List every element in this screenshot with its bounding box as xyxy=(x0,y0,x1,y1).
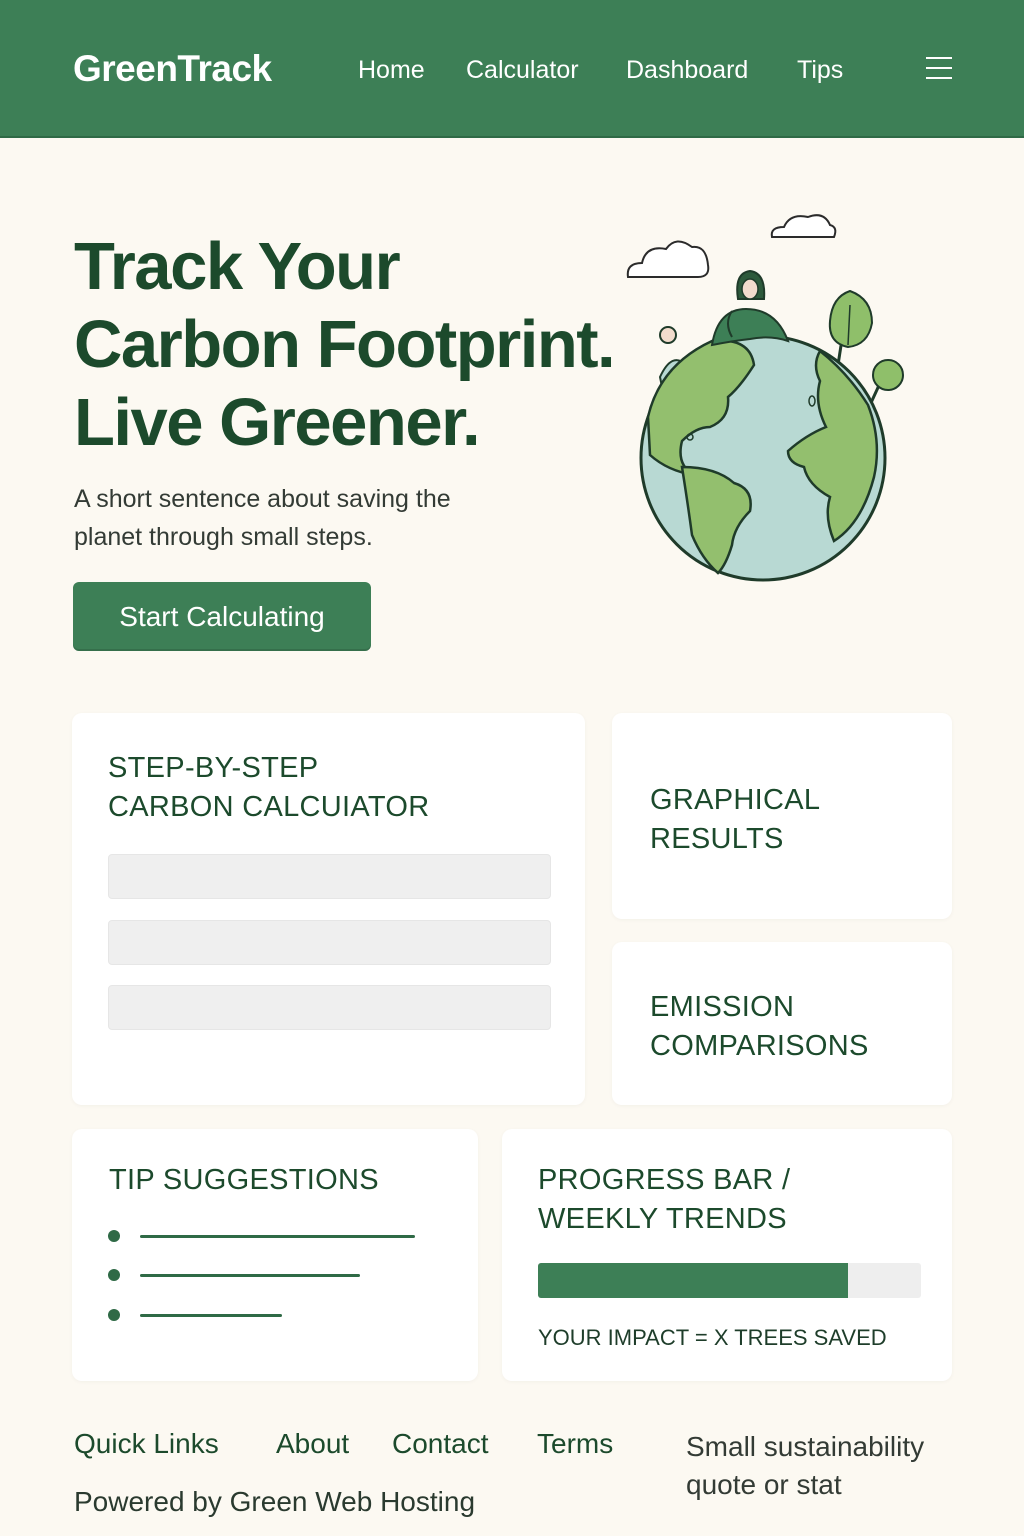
calculator-input-2[interactable] xyxy=(108,920,551,965)
emission-title-line-1: EMISSION xyxy=(650,991,795,1023)
top-navigation-bar: GreenTrack Home Calculator Dashboard Tip… xyxy=(0,0,1024,138)
calculator-input-3[interactable] xyxy=(108,985,551,1030)
calculator-title-line-1: STEP-BY-STEP xyxy=(108,752,319,784)
hero-title: Track Your Carbon Footprint. Live Greene… xyxy=(74,228,634,462)
sustainability-quote: Small sustainability quote or stat xyxy=(686,1431,925,1500)
footer-about[interactable]: About xyxy=(276,1428,349,1460)
tip-placeholder-line xyxy=(140,1274,360,1277)
tree-icon xyxy=(868,359,904,406)
emission-title-line-2: COMPARISONS xyxy=(650,1030,869,1062)
progress-title-line-2: WEEKLY TRENDS xyxy=(538,1203,787,1235)
bullet-icon xyxy=(108,1269,120,1281)
emission-comparisons-title: EMISSION COMPARISONS xyxy=(650,988,869,1066)
tip-placeholder-line xyxy=(140,1235,415,1238)
footer-quick-links[interactable]: Quick Links xyxy=(74,1428,219,1460)
menu-icon[interactable] xyxy=(926,57,952,81)
tip-placeholder-line xyxy=(140,1314,282,1317)
start-calculating-button[interactable]: Start Calculating xyxy=(73,582,371,651)
tip-suggestions-card: TIP SUGGESTIONS xyxy=(72,1129,478,1381)
calculator-input-1[interactable] xyxy=(108,854,551,899)
hero-title-line-2: Carbon Footprint. xyxy=(74,307,616,382)
graphical-results-card[interactable]: GRAPHICAL RESULTS xyxy=(612,713,952,919)
globe-illustration xyxy=(626,214,904,582)
tree-icon xyxy=(828,289,874,366)
person-icon xyxy=(710,269,790,347)
calculator-card-title: STEP-BY-STEP CARBON CALCUIATOR xyxy=(108,749,429,827)
nav-tips[interactable]: Tips xyxy=(797,56,843,85)
impact-text: YOUR IMPACT = X TREES SAVED xyxy=(538,1325,887,1350)
powered-by-text: Powered by Green Web Hosting xyxy=(74,1486,476,1517)
calculator-card: STEP-BY-STEP CARBON CALCUIATOR xyxy=(72,713,585,1105)
footer-contact[interactable]: Contact xyxy=(392,1428,489,1460)
cloud-icon xyxy=(626,240,710,278)
cloud-icon xyxy=(770,214,837,238)
progress-card: PROGRESS BAR / WEEKLY TRENDS YOUR IMPACT… xyxy=(502,1129,952,1381)
hero-subtitle: A short sentence about saving the planet… xyxy=(74,485,451,551)
nav-calculator[interactable]: Calculator xyxy=(466,56,579,85)
bullet-icon xyxy=(108,1309,120,1321)
graphical-results-title: GRAPHICAL RESULTS xyxy=(650,781,820,859)
progress-bar xyxy=(538,1263,921,1298)
bullet-icon xyxy=(108,1230,120,1242)
footer-terms[interactable]: Terms xyxy=(537,1428,613,1460)
calculator-title-line-2: CARBON CALCUIATOR xyxy=(108,791,430,823)
hero-title-line-3: Live Greener. xyxy=(74,385,481,460)
tip-suggestions-title: TIP SUGGESTIONS xyxy=(109,1164,379,1196)
progress-bar-fill xyxy=(538,1263,849,1298)
globe-icon xyxy=(639,334,887,582)
graphical-title-line-1: GRAPHICAL xyxy=(650,784,821,816)
graphical-title-line-2: RESULTS xyxy=(650,823,784,855)
progress-title-line-1: PROGRESS BAR / xyxy=(538,1164,791,1196)
progress-card-title: PROGRESS BAR / WEEKLY TRENDS xyxy=(538,1161,790,1239)
logo[interactable]: GreenTrack xyxy=(73,48,272,90)
nav-home[interactable]: Home xyxy=(358,56,425,85)
emission-comparisons-card[interactable]: EMISSION COMPARISONS xyxy=(612,942,952,1105)
hero-title-line-1: Track Your xyxy=(74,229,401,304)
nav-dashboard[interactable]: Dashboard xyxy=(626,56,748,85)
